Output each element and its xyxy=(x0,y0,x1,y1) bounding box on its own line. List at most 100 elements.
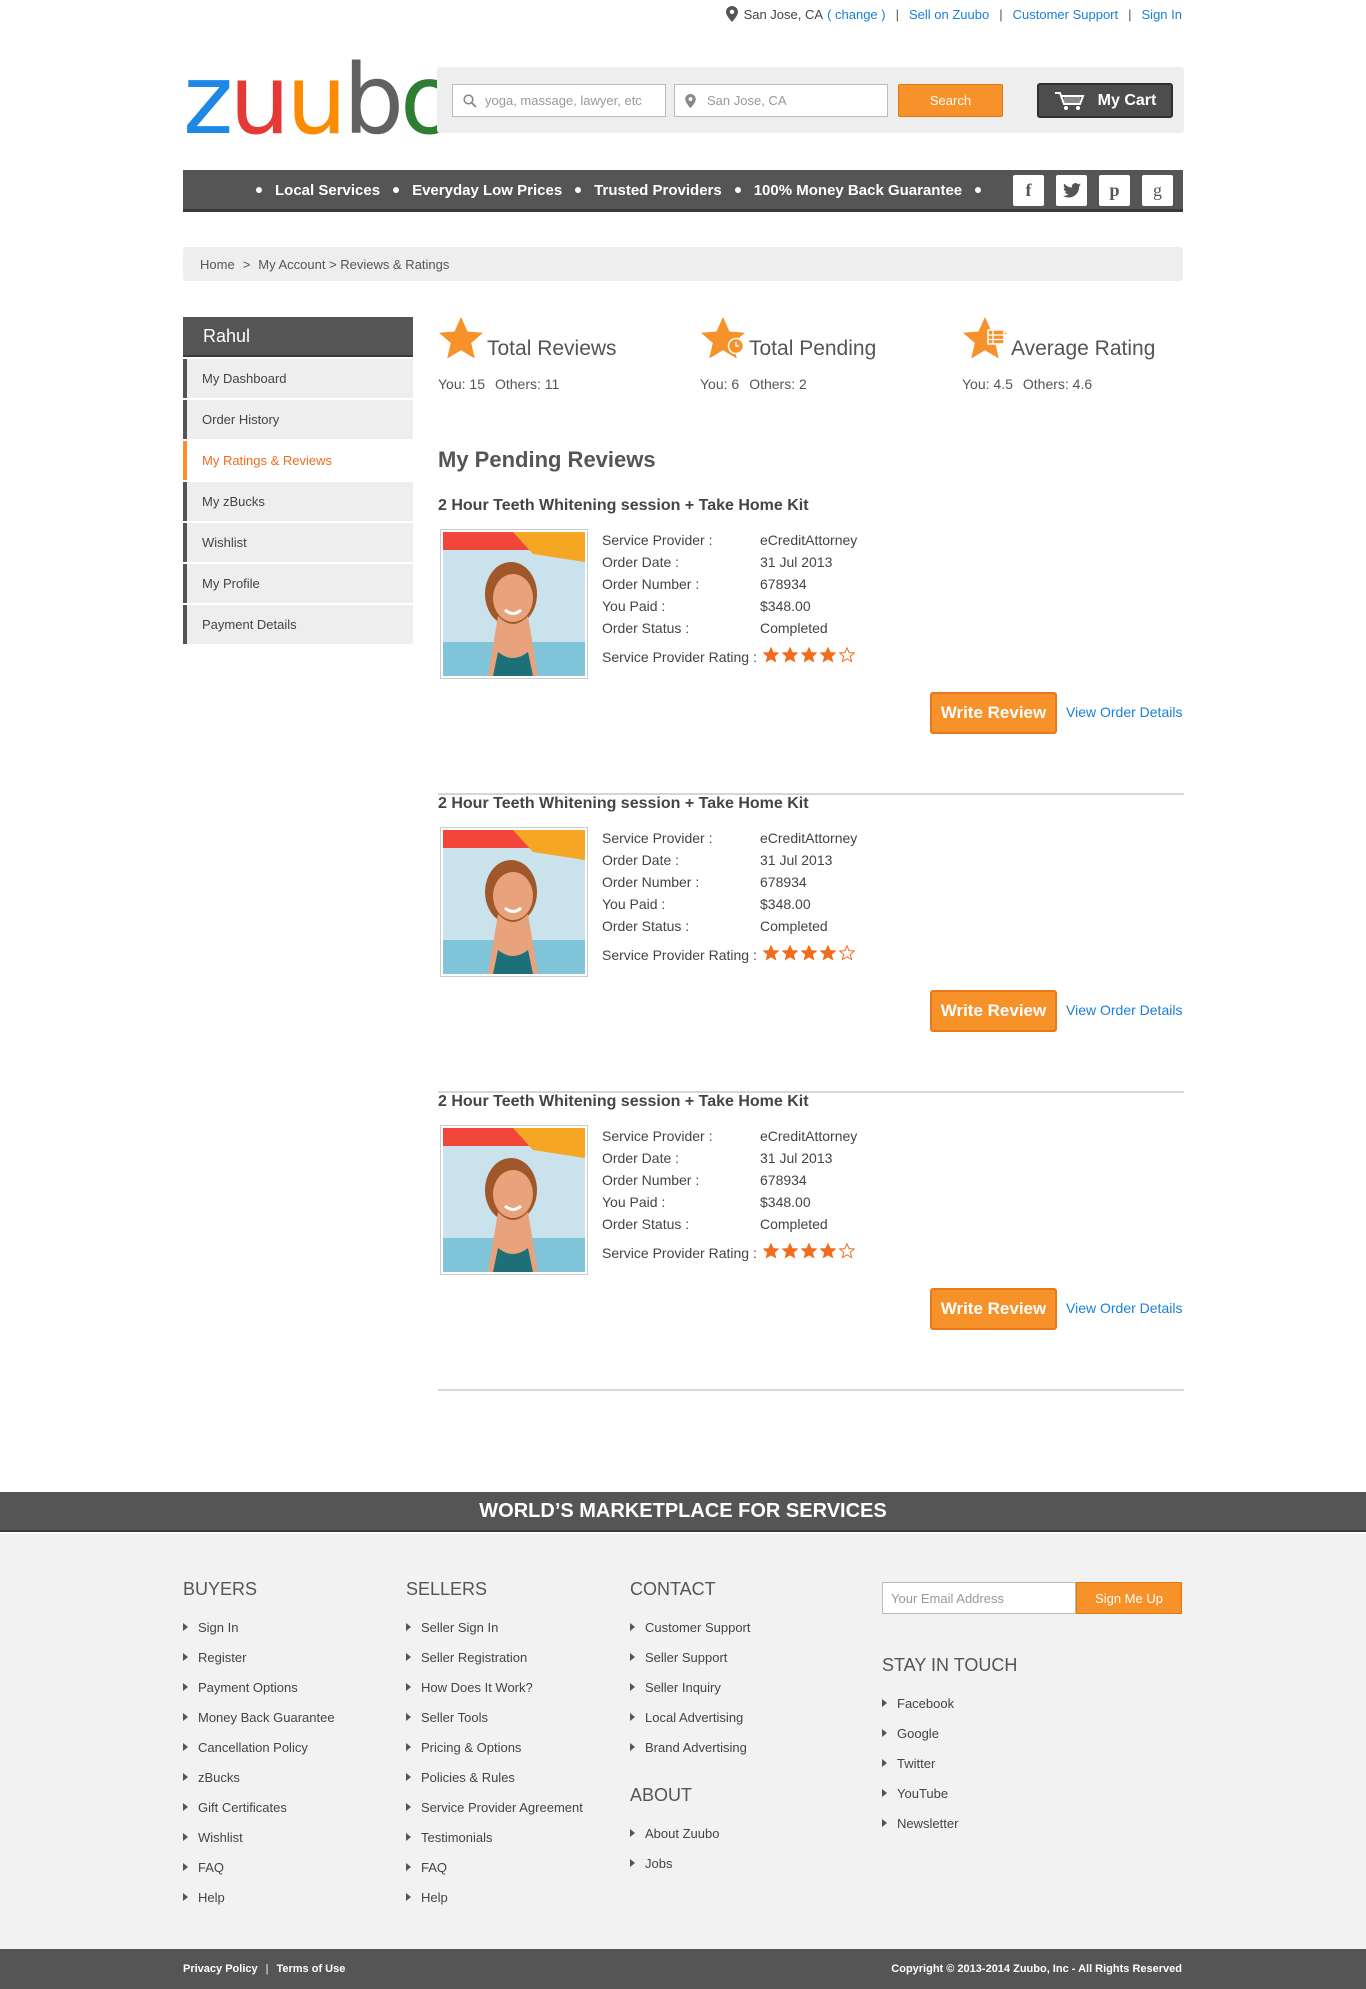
footer-link[interactable]: Payment Options xyxy=(183,1672,335,1702)
footer-link[interactable]: Brand Advertising xyxy=(630,1732,751,1762)
star-icon xyxy=(439,317,483,359)
rating-stars[interactable] xyxy=(762,646,856,666)
breadcrumb-home[interactable]: Home xyxy=(200,257,235,272)
star-filled-icon[interactable] xyxy=(781,646,799,666)
stat-values: You: 15 Others: 11 xyxy=(438,376,559,392)
privacy-policy-link[interactable]: Privacy Policy xyxy=(183,1963,258,1975)
customer-support-link[interactable]: Customer Support xyxy=(1013,7,1119,22)
write-review-button[interactable]: Write Review xyxy=(930,990,1057,1032)
order-thumbnail[interactable] xyxy=(440,1125,588,1275)
star-filled-icon[interactable] xyxy=(762,944,780,964)
star-filled-icon[interactable] xyxy=(800,1242,818,1262)
footer-link[interactable]: Testimonials xyxy=(406,1822,583,1852)
rating-stars[interactable] xyxy=(762,944,856,964)
order-title[interactable]: 2 Hour Teeth Whitening session + Take Ho… xyxy=(438,497,809,515)
order-thumbnail[interactable] xyxy=(440,529,588,679)
footer-link[interactable]: Cancellation Policy xyxy=(183,1732,335,1762)
sidebar-item-ratings-reviews[interactable]: My Ratings & Reviews xyxy=(183,441,413,480)
breadcrumb-current[interactable]: My Account > Reviews & Ratings xyxy=(258,257,449,272)
footer-link[interactable]: Policies & Rules xyxy=(406,1762,583,1792)
footer-link[interactable]: FAQ xyxy=(406,1852,583,1882)
footer-link[interactable]: zBucks xyxy=(183,1762,335,1792)
value-proposition-bar: Local Services Everyday Low Prices Trust… xyxy=(183,170,1183,212)
footer-link[interactable]: Wishlist xyxy=(183,1822,335,1852)
star-filled-icon[interactable] xyxy=(781,1242,799,1262)
stat-you: You: 15 xyxy=(438,376,485,392)
sign-me-up-button[interactable]: Sign Me Up xyxy=(1076,1582,1182,1614)
nav-item-trusted-providers[interactable]: Trusted Providers xyxy=(594,182,722,199)
sidebar-item-profile[interactable]: My Profile xyxy=(183,564,413,603)
star-filled-icon[interactable] xyxy=(781,944,799,964)
paid-label: You Paid : xyxy=(602,896,666,912)
write-review-button[interactable]: Write Review xyxy=(930,692,1057,734)
footer-link[interactable]: Help xyxy=(183,1882,335,1912)
rating-stars[interactable] xyxy=(762,1242,856,1262)
search-button[interactable]: Search xyxy=(898,84,1003,117)
star-filled-icon[interactable] xyxy=(819,1242,837,1262)
twitter-icon[interactable] xyxy=(1056,175,1087,206)
view-order-details-link[interactable]: View Order Details xyxy=(1066,1002,1182,1018)
sign-in-link[interactable]: Sign In xyxy=(1142,7,1182,22)
sell-on-zuubo-link[interactable]: Sell on Zuubo xyxy=(909,7,989,22)
footer-link[interactable]: FAQ xyxy=(183,1852,335,1882)
footer-link[interactable]: Google xyxy=(882,1718,1017,1748)
sidebar-item-wishlist[interactable]: Wishlist xyxy=(183,523,413,562)
view-order-details-link[interactable]: View Order Details xyxy=(1066,1300,1182,1316)
sidebar-item-order-history[interactable]: Order History xyxy=(183,400,413,439)
order-title[interactable]: 2 Hour Teeth Whitening session + Take Ho… xyxy=(438,795,809,813)
sidebar-item-payment-details[interactable]: Payment Details xyxy=(183,605,413,644)
footer-link[interactable]: Service Provider Agreement xyxy=(406,1792,583,1822)
footer-link[interactable]: Pricing & Options xyxy=(406,1732,583,1762)
change-location-link[interactable]: ( change ) xyxy=(827,7,886,22)
footer-link[interactable]: Customer Support xyxy=(630,1612,751,1642)
star-empty-icon[interactable] xyxy=(838,646,856,666)
star-empty-icon[interactable] xyxy=(838,944,856,964)
service-search-input[interactable]: yoga, massage, lawyer, etc xyxy=(452,84,666,117)
location-input[interactable]: San Jose, CA xyxy=(674,84,888,117)
footer-link[interactable]: Seller Support xyxy=(630,1642,751,1672)
order-number-value: 678934 xyxy=(760,1172,807,1188)
order-thumbnail[interactable] xyxy=(440,827,588,977)
google-icon[interactable]: g xyxy=(1142,175,1173,206)
pinterest-icon[interactable]: p xyxy=(1099,175,1130,206)
my-cart-button[interactable]: My Cart xyxy=(1037,83,1173,118)
footer-link[interactable]: About Zuubo xyxy=(630,1818,751,1848)
footer-link[interactable]: Seller Tools xyxy=(406,1702,583,1732)
sidebar-item-dashboard[interactable]: My Dashboard xyxy=(183,359,413,398)
footer-link[interactable]: Sign In xyxy=(183,1612,335,1642)
star-filled-icon[interactable] xyxy=(819,944,837,964)
footer-link[interactable]: Money Back Guarantee xyxy=(183,1702,335,1732)
order-date-label: Order Date : xyxy=(602,852,680,868)
footer-link[interactable]: YouTube xyxy=(882,1778,1017,1808)
terms-of-use-link[interactable]: Terms of Use xyxy=(276,1963,345,1975)
nav-item-money-back-guarantee[interactable]: 100% Money Back Guarantee xyxy=(754,182,962,199)
facebook-icon[interactable]: f xyxy=(1013,175,1044,206)
footer-link[interactable]: Seller Registration xyxy=(406,1642,583,1672)
footer-link[interactable]: Seller Inquiry xyxy=(630,1672,751,1702)
star-filled-icon[interactable] xyxy=(800,944,818,964)
write-review-button[interactable]: Write Review xyxy=(930,1288,1057,1330)
star-filled-icon[interactable] xyxy=(762,646,780,666)
provider-label: Service Provider : xyxy=(602,532,713,548)
footer-link[interactable]: How Does It Work? xyxy=(406,1672,583,1702)
star-filled-icon[interactable] xyxy=(800,646,818,666)
order-title[interactable]: 2 Hour Teeth Whitening session + Take Ho… xyxy=(438,1093,809,1111)
footer-link[interactable]: Help xyxy=(406,1882,583,1912)
star-empty-icon[interactable] xyxy=(838,1242,856,1262)
footer-link[interactable]: Gift Certificates xyxy=(183,1792,335,1822)
nav-item-local-services[interactable]: Local Services xyxy=(275,182,380,199)
star-filled-icon[interactable] xyxy=(819,646,837,666)
star-filled-icon[interactable] xyxy=(762,1242,780,1262)
nav-item-everyday-low-prices[interactable]: Everyday Low Prices xyxy=(412,182,562,199)
footer-link[interactable]: Jobs xyxy=(630,1848,751,1878)
view-order-details-link[interactable]: View Order Details xyxy=(1066,704,1182,720)
sidebar-item-zbucks[interactable]: My zBucks xyxy=(183,482,413,521)
zuubo-logo[interactable]: zuubo xyxy=(183,52,459,148)
footer-link[interactable]: Twitter xyxy=(882,1748,1017,1778)
footer-link[interactable]: Register xyxy=(183,1642,335,1672)
footer-link[interactable]: Newsletter xyxy=(882,1808,1017,1838)
email-field[interactable]: Your Email Address xyxy=(882,1582,1076,1614)
footer-link[interactable]: Seller Sign In xyxy=(406,1612,583,1642)
footer-link[interactable]: Facebook xyxy=(882,1688,1017,1718)
footer-link[interactable]: Local Advertising xyxy=(630,1702,751,1732)
